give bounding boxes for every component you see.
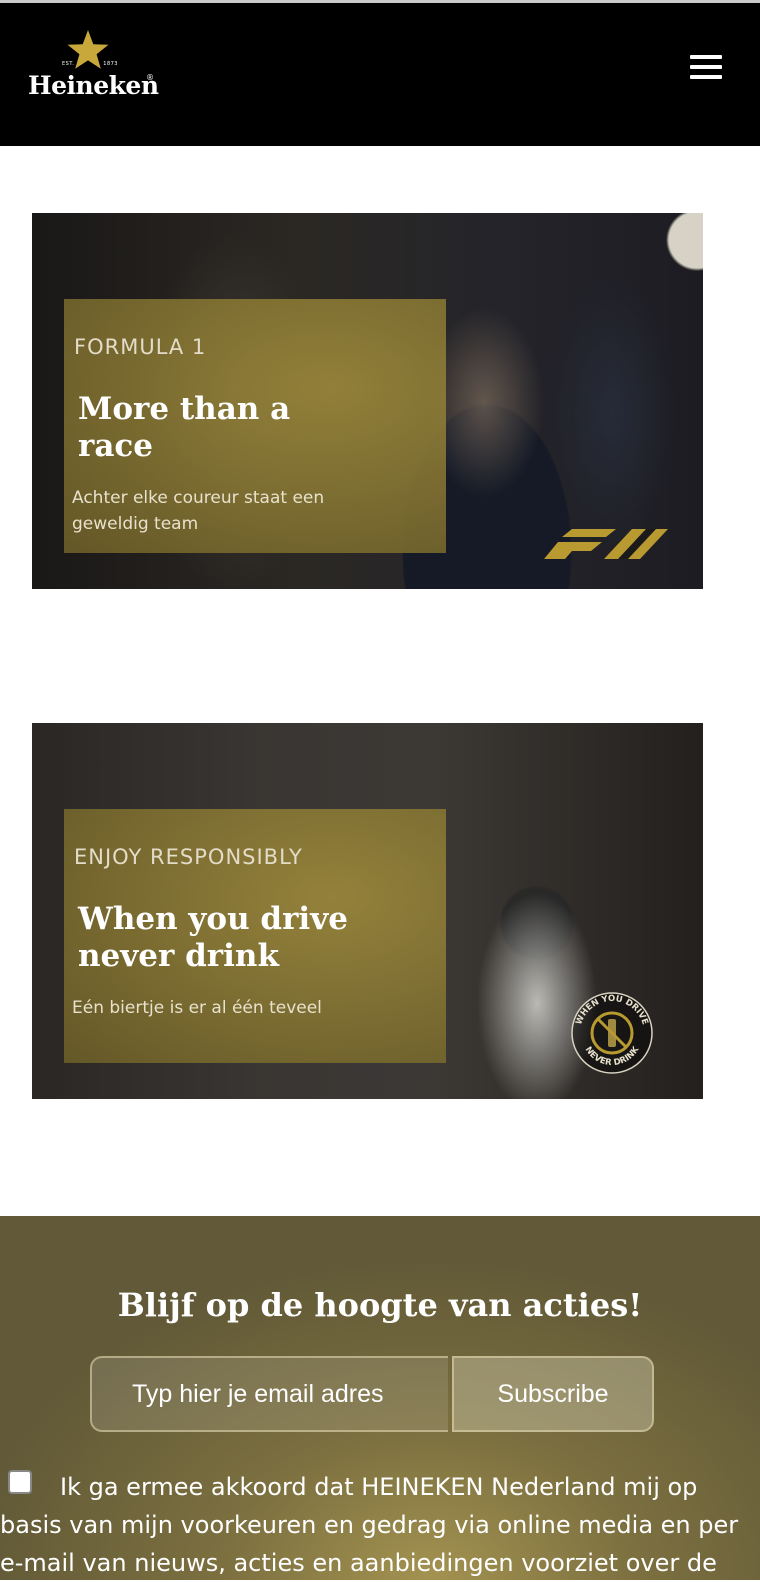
heineken-logo[interactable]: EST. 1873 Heineken ® — [28, 29, 159, 101]
site-header: EST. 1873 Heineken ® — [0, 3, 760, 146]
promo-card-panel: ENJOY RESPONSIBLY When you drive never d… — [64, 809, 446, 1063]
consent-text: Ik ga ermee akkoord dat HEINEKEN Nederla… — [0, 1473, 739, 1577]
newsletter-section: Blijf op de hoogte van acties! Subscribe… — [0, 1216, 760, 1580]
promo-card-title: When you drive never drink — [78, 901, 348, 974]
hamburger-menu-icon[interactable] — [690, 55, 722, 81]
no-drink-driving-badge: WHEN YOU DRIVE NEVER DRINK — [571, 992, 653, 1074]
email-field[interactable] — [90, 1356, 448, 1432]
logo-registered-mark: ® — [146, 73, 154, 82]
newsletter-heading: Blijf op de hoogte van acties! — [117, 1286, 643, 1324]
logo-established: EST. 1873 — [62, 61, 118, 67]
logo-wordmark: Heineken — [28, 71, 159, 100]
promo-card-title: More than a race — [78, 391, 291, 464]
promo-card-description: Eén biertje is er al één teveel — [72, 998, 322, 1018]
f1-logo-icon — [544, 529, 668, 559]
promo-card-formula1[interactable]: FORMULA 1 More than a race Achter elke c… — [32, 213, 703, 589]
promo-card-description: Achter elke coureur staat een geweldig t… — [72, 488, 325, 534]
subscribe-button[interactable]: Subscribe — [452, 1356, 654, 1432]
promo-card-eyebrow: ENJOY RESPONSIBLY — [74, 845, 303, 869]
promo-card-panel: FORMULA 1 More than a race Achter elke c… — [64, 299, 446, 553]
promo-card-eyebrow: FORMULA 1 — [74, 335, 207, 359]
promo-card-responsibly[interactable]: ENJOY RESPONSIBLY When you drive never d… — [32, 723, 703, 1099]
